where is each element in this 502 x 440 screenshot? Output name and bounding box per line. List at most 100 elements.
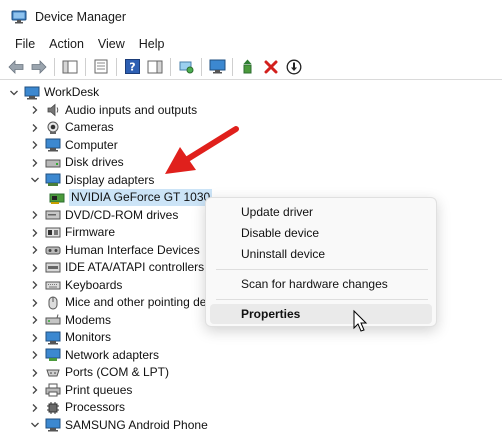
tree-item-dvd[interactable]: DVD/CD-ROM drives (29, 207, 178, 225)
forward-arrow-icon[interactable] (29, 57, 49, 77)
chevron-right-icon[interactable] (29, 402, 41, 414)
scan-hardware-icon[interactable] (176, 57, 196, 77)
toolbar: ? (0, 54, 502, 80)
ctx-uninstall-device[interactable]: Uninstall device (210, 244, 432, 264)
chevron-right-icon[interactable] (29, 157, 41, 169)
tree-item-disk-drives[interactable]: Disk drives (29, 154, 124, 172)
chevron-right-icon[interactable] (29, 262, 41, 274)
device-manager-icon (11, 9, 27, 25)
tree-item-label: Display adapters (65, 172, 155, 187)
modem-icon (45, 313, 61, 327)
chevron-right-icon[interactable] (29, 104, 41, 116)
tree-item-network[interactable]: Network adapters (29, 347, 159, 365)
chevron-right-icon[interactable] (29, 367, 41, 379)
mouse-icon (45, 296, 61, 310)
toolbar-separator (232, 57, 233, 76)
tree-item-mice[interactable]: Mice and other pointing de (29, 294, 206, 312)
monitor-icon (45, 331, 61, 345)
tree-item-ide[interactable]: IDE ATA/ATAPI controllers (29, 259, 204, 277)
tree-item-label: Monitors (65, 330, 112, 345)
chevron-right-icon[interactable] (29, 297, 41, 309)
menu-action[interactable]: Action (42, 34, 91, 54)
ctx-properties[interactable]: Properties (210, 304, 432, 324)
chevron-down-icon[interactable] (29, 419, 41, 431)
tree-item-label: Computer (65, 137, 118, 152)
menu-file[interactable]: File (8, 34, 42, 54)
back-arrow-icon[interactable] (6, 57, 26, 77)
tree-item-label: Firmware (65, 225, 115, 240)
chevron-right-icon[interactable] (29, 139, 41, 151)
action-pane-icon[interactable] (145, 57, 165, 77)
tree-item-computer[interactable]: Computer (29, 137, 118, 155)
processor-icon (45, 401, 61, 415)
chevron-down-icon[interactable] (29, 174, 41, 186)
tree-item-label: Modems (65, 312, 112, 327)
tree-item-modems[interactable]: Modems (29, 312, 111, 330)
display-adapter-icon (45, 173, 61, 187)
title-bar: Device Manager (0, 0, 502, 34)
dvd-icon (45, 208, 61, 222)
chevron-down-icon[interactable] (8, 87, 20, 99)
tree-item-monitors[interactable]: Monitors (29, 329, 111, 347)
ctx-disable-device[interactable]: Disable device (210, 223, 432, 243)
tree-item-label: Ports (COM & LPT) (65, 365, 170, 380)
svg-text:?: ? (129, 61, 135, 74)
chevron-right-icon[interactable] (29, 332, 41, 344)
chevron-right-icon[interactable] (29, 384, 41, 396)
tree-item-label: Network adapters (65, 347, 160, 362)
toolbar-separator (201, 57, 202, 76)
tree-item-print-queues[interactable]: Print queues (29, 382, 132, 400)
chevron-right-icon[interactable] (29, 122, 41, 134)
toolbar-separator (54, 57, 55, 76)
tree-root-label: WorkDesk (44, 85, 100, 100)
network-adapter-icon (45, 348, 61, 362)
chevron-right-icon[interactable] (29, 349, 41, 361)
ctx-separator (216, 299, 428, 300)
chevron-right-icon[interactable] (29, 244, 41, 256)
toolbar-separator (116, 57, 117, 76)
monitor-icon[interactable] (207, 57, 227, 77)
tree-root[interactable]: WorkDesk (8, 84, 99, 102)
tree-item-ports[interactable]: Ports (COM & LPT) (29, 364, 169, 382)
chevron-right-icon[interactable] (29, 209, 41, 221)
gpu-icon (49, 191, 65, 205)
tree-item-cameras[interactable]: Cameras (29, 119, 114, 137)
toolbar-separator (170, 57, 171, 76)
menu-help[interactable]: Help (132, 34, 172, 54)
tree-item-display-adapters[interactable]: Display adapters (29, 172, 154, 190)
printer-icon (45, 383, 61, 397)
computer-icon (45, 138, 61, 152)
tree-item-audio[interactable]: Audio inputs and outputs (29, 102, 197, 120)
tree-item-samsung[interactable]: SAMSUNG Android Phone (29, 417, 208, 435)
ctx-update-driver[interactable]: Update driver (210, 202, 432, 222)
show-hide-tree-icon[interactable] (60, 57, 80, 77)
tree-item-firmware[interactable]: Firmware (29, 224, 115, 242)
chevron-right-icon[interactable] (29, 314, 41, 326)
chevron-right-icon[interactable] (29, 279, 41, 291)
properties-sheet-icon[interactable] (91, 57, 111, 77)
disk-drive-icon (45, 156, 61, 170)
ctx-scan-hardware[interactable]: Scan for hardware changes (210, 274, 432, 294)
tree-item-label: Mice and other pointing de (65, 295, 207, 310)
chevron-right-icon[interactable] (29, 227, 41, 239)
tree-item-hid[interactable]: Human Interface Devices (29, 242, 200, 260)
disable-device-icon[interactable] (284, 57, 304, 77)
tree-item-keyboards[interactable]: Keyboards (29, 277, 122, 295)
uninstall-x-icon[interactable] (261, 57, 281, 77)
menu-view[interactable]: View (91, 34, 132, 54)
keyboard-icon (45, 278, 61, 292)
tree-item-label: SAMSUNG Android Phone (65, 417, 208, 432)
menu-bar: File Action View Help (0, 34, 502, 54)
tree-item-label: Disk drives (65, 155, 124, 170)
help-icon[interactable]: ? (122, 57, 142, 77)
ctx-separator (216, 269, 428, 270)
hid-icon (45, 243, 61, 257)
tree-item-processors[interactable]: Processors (29, 399, 125, 417)
update-driver-icon[interactable] (238, 57, 258, 77)
context-menu: Update driver Disable device Uninstall d… (205, 197, 437, 327)
tree-child-label: NVIDIA GeForce GT 1030 (69, 189, 213, 207)
tree-item-label: IDE ATA/ATAPI controllers (65, 260, 205, 275)
tree-item-label: Human Interface Devices (65, 242, 200, 257)
phone-icon (45, 418, 61, 432)
tree-child-gpu[interactable]: NVIDIA GeForce GT 1030 (49, 189, 213, 207)
